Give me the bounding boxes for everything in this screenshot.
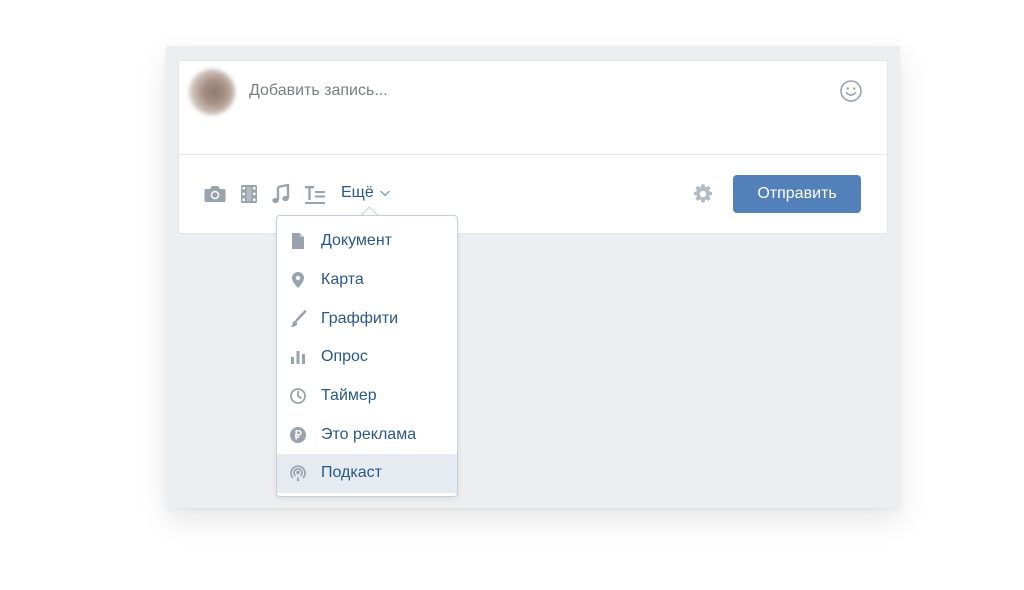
dropdown-item-label: Опрос (321, 348, 368, 366)
avatar[interactable] (189, 69, 235, 115)
video-icon[interactable] (237, 183, 261, 205)
dropdown-item-ad[interactable]: Это реклама (277, 415, 457, 454)
brush-icon (289, 309, 307, 328)
dropdown-item-poll[interactable]: Опрос (277, 338, 457, 377)
post-composer: Ещё Отправить (178, 60, 888, 234)
more-attachments-button[interactable]: Ещё (341, 184, 390, 202)
post-input[interactable] (249, 79, 809, 103)
music-icon[interactable] (269, 183, 293, 205)
ruble-icon (289, 426, 307, 444)
poll-icon (289, 348, 307, 366)
emoji-icon[interactable] (839, 79, 863, 103)
send-button[interactable]: Отправить (733, 175, 861, 213)
dropdown-item-graffiti[interactable]: Граффити (277, 299, 457, 338)
dropdown-list: Документ Карта Граффити Опрос Таймер Это… (277, 216, 457, 493)
dropdown-item-podcast[interactable]: Подкаст (277, 454, 457, 493)
dropdown-item-label: Таймер (321, 387, 377, 405)
dropdown-item-timer[interactable]: Таймер (277, 377, 457, 416)
dropdown-item-document[interactable]: Документ (277, 222, 457, 261)
dropdown-item-label: Карта (321, 271, 364, 289)
dropdown-item-label: Документ (321, 232, 392, 250)
dropdown-item-label: Граффити (321, 309, 399, 327)
camera-icon[interactable] (203, 183, 227, 205)
dropdown-item-map[interactable]: Карта (277, 261, 457, 300)
podcast-icon (289, 464, 307, 482)
dropdown-item-label: Подкаст (321, 464, 382, 482)
page-background: Ещё Отправить Документ (166, 46, 900, 508)
dropdown-item-label: Это реклама (321, 425, 417, 443)
clock-icon (289, 387, 307, 405)
map-pin-icon (289, 271, 307, 289)
more-label: Ещё (341, 184, 374, 201)
composer-input-area (179, 61, 887, 155)
attachments-dropdown: Документ Карта Граффити Опрос Таймер Это… (276, 215, 458, 497)
document-icon (289, 232, 307, 250)
gear-icon[interactable] (692, 183, 714, 205)
chevron-down-icon (379, 190, 390, 196)
article-icon[interactable] (303, 183, 327, 205)
